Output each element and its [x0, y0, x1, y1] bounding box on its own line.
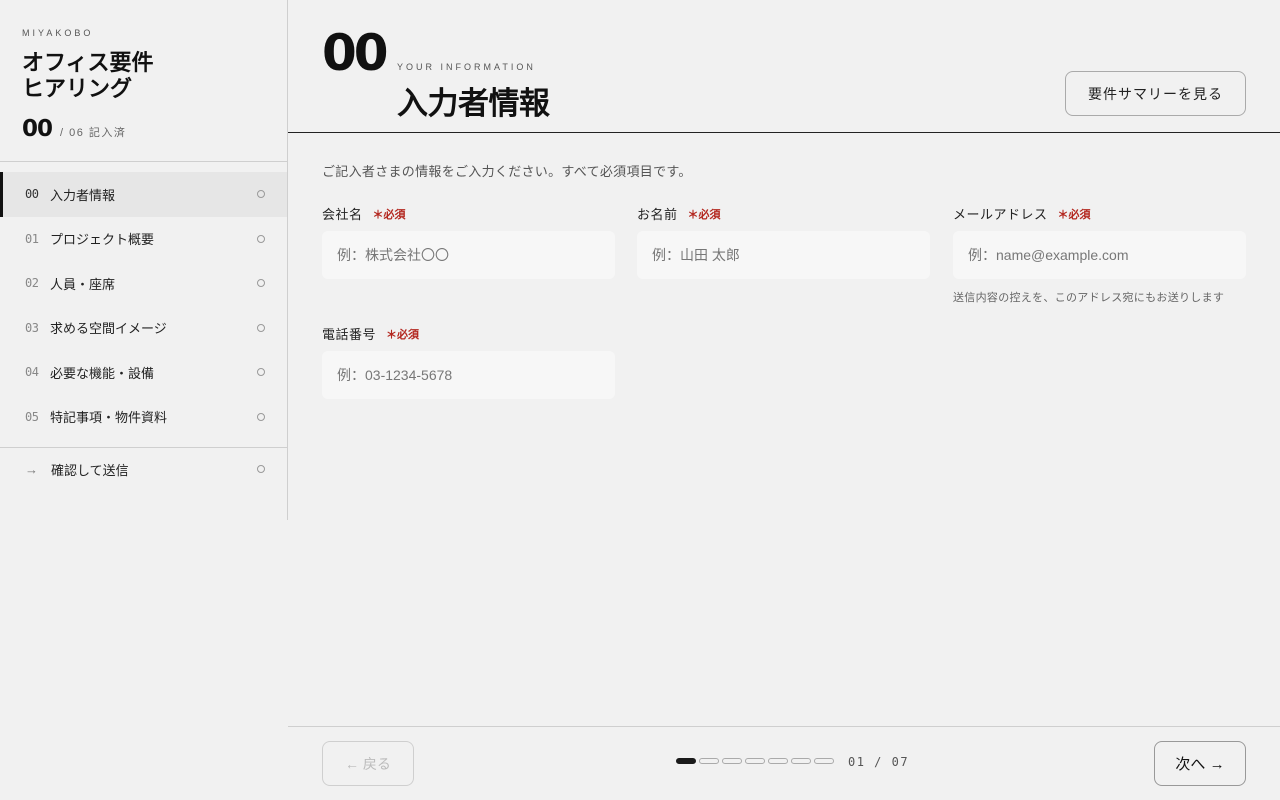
sidebar: MIYAKOBO オフィス要件 ヒアリング 00 / 06 記入済 00 入力者… [0, 0, 288, 520]
name-label-text: お名前 [637, 207, 678, 222]
page-count: 01 / 07 [848, 755, 910, 769]
required-badge: ＊必須 [372, 208, 406, 221]
page-segment [722, 758, 742, 764]
status-circle-icon [257, 323, 265, 332]
phone-input[interactable] [322, 351, 615, 399]
nav-item-label: 入力者情報 [50, 187, 116, 203]
page-segment [699, 758, 719, 764]
email-label: メールアドレス ＊必須 [953, 204, 1246, 223]
nav-item-label: 確認して送信 [51, 462, 129, 478]
app-title-line1: オフィス要件 [22, 50, 154, 75]
progress-total: / 06 記入済 [60, 127, 127, 139]
back-button[interactable]: ← 戻る [322, 741, 414, 786]
app-title-line2: ヒアリング [22, 76, 133, 101]
nav-item-label: 人員・座席 [50, 276, 116, 292]
phone-field-group: 電話番号 ＊必須 [322, 324, 615, 399]
company-label: 会社名 ＊必須 [322, 204, 615, 223]
status-circle-icon [257, 190, 265, 199]
email-note: 送信内容の控えを、このアドレス宛にもお送りします [953, 292, 1225, 304]
nav-item-number: 02 [25, 276, 39, 291]
form-intro: ご記入者さまの情報をご入力ください。すべて必須項目です。 [322, 164, 692, 179]
nav-item-project-overview[interactable]: 01 プロジェクト概要 [0, 217, 287, 262]
nav-item-space-image[interactable]: 03 求める空間イメージ [0, 306, 287, 351]
brand-label: MIYAKOBO [22, 28, 94, 38]
step-number: 00 [322, 24, 389, 82]
page-segment [814, 758, 834, 764]
step-subtitle: YOUR INFORMATION [397, 62, 536, 72]
nav-item-label: プロジェクト概要 [50, 232, 155, 248]
step-nav: 00 入力者情報 01 プロジェクト概要 02 人員・座席 03 求める空間イメ… [0, 172, 287, 439]
next-button[interactable]: 次へ → [1154, 741, 1246, 786]
nav-item-label: 必要な機能・設備 [50, 365, 155, 381]
header-divider [288, 132, 1280, 133]
sidebar-divider-top [0, 161, 287, 162]
progress-done: 00 [22, 116, 53, 142]
nav-item-number: 04 [25, 365, 39, 380]
app-title: オフィス要件 ヒアリング [22, 50, 154, 102]
nav-item-notes-materials[interactable]: 05 特記事項・物件資料 [0, 395, 287, 440]
phone-label: 電話番号 ＊必須 [322, 324, 615, 343]
nav-item-number: 05 [25, 409, 39, 424]
footer-divider [288, 726, 1280, 727]
status-circle-icon [257, 368, 265, 377]
view-summary-button[interactable]: 要件サマリーを見る [1065, 71, 1246, 116]
nav-item-number: 03 [25, 320, 39, 335]
page-segment [768, 758, 788, 764]
nav-item-label: 特記事項・物件資料 [50, 410, 168, 426]
arrow-right-icon: → [25, 461, 38, 477]
required-badge: ＊必須 [1057, 208, 1091, 221]
status-circle-icon [257, 465, 265, 473]
nav-item-number: 01 [25, 231, 39, 246]
nav-item-your-information[interactable]: 00 入力者情報 [0, 172, 287, 217]
status-circle-icon [257, 412, 265, 421]
company-label-text: 会社名 [322, 207, 363, 222]
company-field-group: 会社名 ＊必須 [322, 204, 615, 279]
nav-item-label: 求める空間イメージ [50, 321, 167, 337]
required-badge: ＊必須 [687, 208, 721, 221]
page-segment [676, 758, 696, 764]
nav-item-functions-equipment[interactable]: 04 必要な機能・設備 [0, 350, 287, 395]
page-segment [791, 758, 811, 764]
phone-label-text: 電話番号 [322, 327, 377, 342]
nav-item-confirm-submit[interactable]: → 確認して送信 [0, 448, 287, 490]
status-circle-icon [257, 279, 265, 288]
nav-item-staff-seats[interactable]: 02 人員・座席 [0, 261, 287, 306]
status-circle-icon [257, 234, 265, 243]
page-segment [745, 758, 765, 764]
email-field-group: メールアドレス ＊必須 送信内容の控えを、このアドレス宛にもお送りします [953, 204, 1246, 305]
email-label-text: メールアドレス [953, 207, 1048, 222]
name-label: お名前 ＊必須 [637, 204, 930, 223]
required-badge: ＊必須 [386, 328, 420, 341]
company-input[interactable] [322, 231, 615, 279]
nav-item-number: 00 [25, 187, 39, 202]
page-title: 入力者情報 [397, 86, 550, 121]
progress-count: 00 / 06 記入済 [22, 116, 126, 142]
email-input[interactable] [953, 231, 1246, 279]
page-progress-indicator [676, 758, 837, 764]
name-field-group: お名前 ＊必須 [637, 204, 930, 279]
name-input[interactable] [637, 231, 930, 279]
